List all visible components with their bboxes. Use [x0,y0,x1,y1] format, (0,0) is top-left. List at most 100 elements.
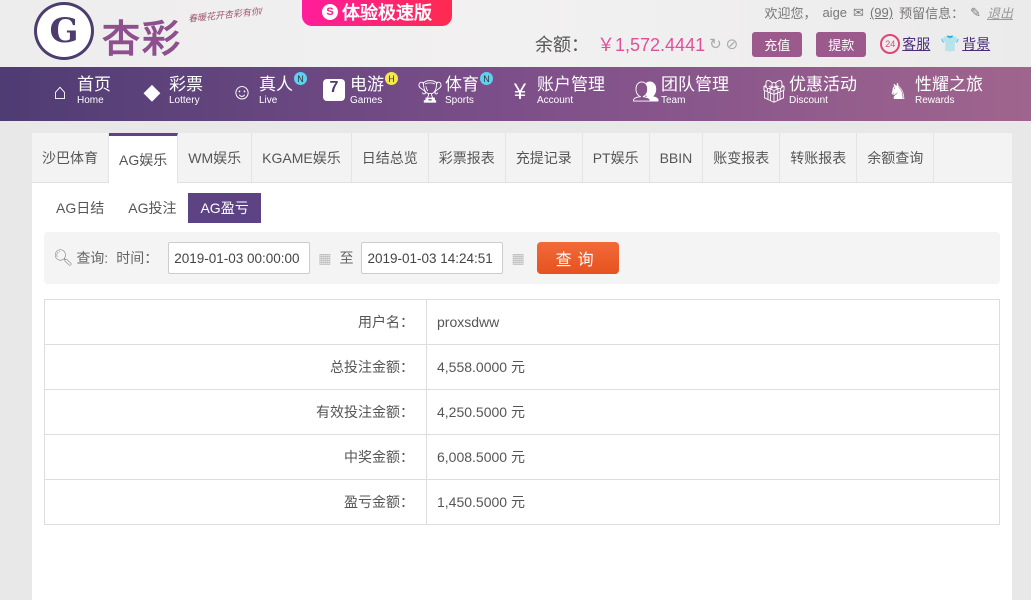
user-bar: 欢迎您， aige ✉ (99) 预留信息： ✎ 退出 [764,3,1013,22]
header: G 杏彩 春暖花开杏彩有你/ S 体验极速版 欢迎您， aige ✉ (99) 预… [0,0,1031,67]
refresh-icon[interactable]: ↻ [709,35,722,53]
nav-home[interactable]: ⌂ 首页 Home [48,75,111,107]
tab-lottery-report[interactable]: 彩票报表 [429,133,506,182]
nav-label: 体育 [445,75,479,94]
nav-label: 团队管理 [661,75,729,94]
row-label: 盈亏金额： [44,479,427,525]
row-label: 总投注金额： [44,344,427,390]
nav-games[interactable]: 7 电游 Games H [323,72,398,107]
search-icon: 🔍︎ [53,250,74,267]
table-row: 中奖金额： 6,008.5000 元 [44,434,1000,480]
calendar-icon[interactable]: ▦ [318,250,331,267]
tab-transfer-report[interactable]: 转账报表 [780,133,858,182]
account-icon: ¥ [513,79,527,104]
hide-balance-icon[interactable]: ⊘ [726,35,739,53]
username: aige [822,5,848,20]
new-badge: N [294,72,307,85]
main-nav: ⌂ 首页 Home ◆ 彩票 Lottery ☺ 真人 Live N 7 电游 Games H 🏆︎… [0,67,1031,121]
profit-table: 用户名： proxsdww 总投注金额： 4,558.0000 元 有效投注金额： 4… [44,299,1000,525]
row-label: 有效投注金额： [44,389,427,435]
tab-daily-overview[interactable]: 日结总览 [352,133,429,182]
row-value: 6,008.5000 元 [426,434,1000,480]
to-label: 至 [339,250,354,266]
deposit-button[interactable]: 充值 [752,31,803,57]
calendar-icon[interactable]: ▦ [511,250,524,267]
query-label: 查询: [76,250,109,266]
row-label: 中奖金额： [44,434,427,480]
customer-service-link[interactable]: 客服 [902,34,930,54]
nav-discount[interactable]: 🎁︎ 优惠活动 Discount [760,75,857,107]
nav-sublabel: Team [661,95,686,106]
row-value: 1,450.5000 元 [426,479,1000,525]
row-label: 用户名： [44,299,427,345]
background-link[interactable]: 背景 [962,34,990,54]
hot-badge: H [385,72,398,85]
reserved-info-label: 预留信息： [899,6,965,21]
sub-tabs: AG日结 AG投注 AG盈亏 [44,193,1012,223]
fast-version-button[interactable]: S 体验极速版 [302,0,452,26]
table-row: 有效投注金额： 4,250.5000 元 [44,389,1000,435]
table-row: 用户名： proxsdww [44,299,1000,345]
report-tabs: 沙巴体育 AG娱乐 WM娱乐 KGAME娱乐 日结总览 彩票报表 充提记录 PT… [32,133,1012,183]
mail-count-link[interactable]: (99) [870,5,893,20]
subtab-ag-profit[interactable]: AG盈亏 [188,193,261,223]
rewards-icon: ♞ [888,79,908,104]
tab-account-change[interactable]: 账变报表 [703,133,781,182]
nav-sublabel: Discount [789,95,828,106]
tab-shaba-sports[interactable]: 沙巴体育 [32,133,109,182]
nav-rewards[interactable]: ♞ 性耀之旅 Rewards [886,75,983,107]
tab-pt[interactable]: PT娱乐 [583,133,650,182]
edit-icon[interactable]: ✎ [970,5,981,21]
balance-row: 余额： ￥1,572.4441 ↻ ⊘ 充值 提款 24 客服 👕 背景 [535,31,990,57]
tab-kgame[interactable]: KGAME娱乐 [252,133,352,182]
nav-label: 优惠活动 [789,75,857,94]
query-button[interactable]: 查询 [536,242,619,274]
nav-account[interactable]: ¥ 账户管理 Account [508,75,605,107]
tab-bbin[interactable]: BBIN [650,133,704,182]
shirt-icon[interactable]: 👕 [940,34,960,54]
mail-icon[interactable]: ✉ [853,5,864,21]
logo-text[interactable]: 杏彩 [102,8,182,63]
lottery-icon: ◆ [143,79,161,104]
nav-sublabel: Home [77,95,104,106]
customer-service-icon[interactable]: 24 [880,34,901,54]
tab-wm[interactable]: WM娱乐 [178,133,253,182]
tab-deposit-withdraw[interactable]: 充提记录 [506,133,583,182]
balance-label: 余额： [535,35,589,55]
trophy-icon: 🏆︎ [416,79,444,104]
nav-sports[interactable]: 🏆︎ 体育 Sports N [416,72,493,107]
row-value: 4,250.5000 元 [426,389,1000,435]
tab-ag[interactable]: AG娱乐 [109,133,179,183]
end-time-input[interactable]: 2019-01-03 14:24:51 [361,242,504,274]
nav-label: 性耀之旅 [915,75,983,94]
speed-icon: S [322,4,338,20]
subtab-ag-bets[interactable]: AG投注 [116,193,188,223]
nav-label: 真人 [259,75,293,94]
team-icon: 👥︎ [632,79,660,104]
subtab-ag-daily[interactable]: AG日结 [44,193,116,223]
fast-version-label: 体验极速版 [342,3,432,23]
new-badge: N [480,72,493,85]
nav-sublabel: Sports [445,95,474,106]
row-value: 4,558.0000 元 [426,344,1000,390]
withdraw-button[interactable]: 提款 [816,31,867,57]
nav-sublabel: Live [259,95,278,106]
table-row: 盈亏金额： 1,450.5000 元 [44,479,1000,525]
time-label: 时间： [116,250,159,266]
nav-label: 账户管理 [537,75,605,94]
row-value: proxsdww [426,299,1000,345]
tab-balance-query[interactable]: 余额查询 [857,133,935,182]
live-dealer-icon: ☺ [230,79,254,104]
start-time-input[interactable]: 2019-01-03 00:00:00 [168,242,311,274]
games-icon: 7 [323,79,345,101]
nav-sublabel: Lottery [169,95,200,106]
nav-lottery[interactable]: ◆ 彩票 Lottery [140,75,203,107]
nav-live[interactable]: ☺ 真人 Live N [230,72,307,107]
gift-icon: 🎁︎ [760,79,788,104]
slogan: 春暖花开杏彩有你/ [187,6,263,24]
nav-label: 首页 [77,75,111,94]
logo-icon[interactable]: G [34,2,94,60]
nav-sublabel: Account [537,95,574,106]
logout-link[interactable]: 退出 [987,3,1013,22]
nav-team[interactable]: 👥︎ 团队管理 Team [632,75,729,107]
